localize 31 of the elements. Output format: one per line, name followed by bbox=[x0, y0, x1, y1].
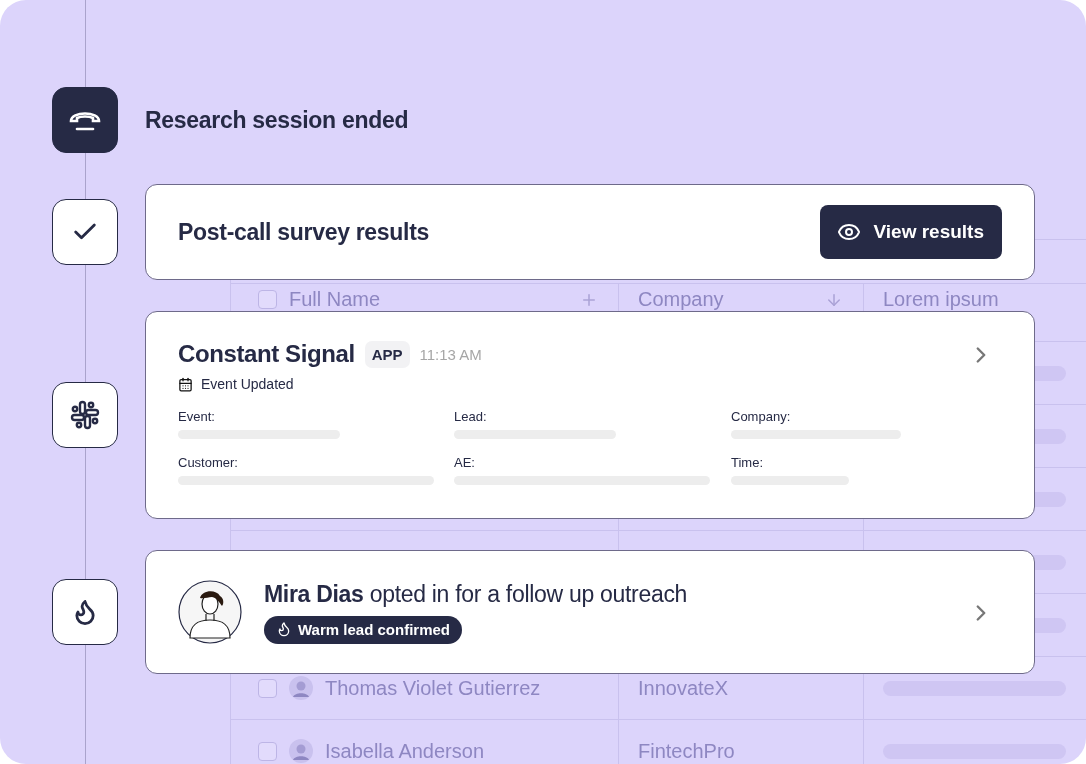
field-label: Company: bbox=[731, 409, 792, 424]
field-label: Customer: bbox=[178, 455, 239, 470]
flame-icon bbox=[276, 621, 292, 637]
view-results-button[interactable]: View results bbox=[820, 205, 1002, 259]
event-time: 11:13 AM bbox=[419, 345, 482, 363]
field-label: Event: bbox=[178, 409, 216, 424]
table-cell: Thomas Violet Gutierrez bbox=[325, 676, 541, 700]
avatar-icon bbox=[289, 676, 313, 700]
calendar-icon bbox=[178, 376, 193, 392]
lead-message: Mira Dias opted in for a follow up outreach bbox=[264, 580, 688, 608]
table-cell: FintechPro bbox=[638, 739, 735, 763]
app-badge: APP bbox=[364, 340, 410, 368]
table-cell: InnovateX bbox=[638, 676, 729, 700]
column-header[interactable]: Full Name bbox=[289, 288, 568, 311]
checkbox[interactable] bbox=[258, 741, 277, 761]
field-label: Lead: bbox=[454, 409, 488, 424]
avatar-icon bbox=[289, 739, 313, 763]
column-header[interactable]: Lorem ipsum bbox=[883, 288, 1066, 311]
field-label: AE: bbox=[454, 455, 476, 470]
checkbox[interactable] bbox=[258, 290, 277, 309]
warm-lead-tag: Warm lead confirmed bbox=[264, 615, 462, 644]
field-label: Time: bbox=[731, 455, 765, 470]
checkbox[interactable] bbox=[258, 678, 277, 698]
avatar bbox=[178, 580, 242, 644]
table-cell: Isabella Anderson bbox=[325, 739, 484, 763]
survey-title: Post-call survey results bbox=[178, 218, 430, 246]
status-title: Research session ended bbox=[145, 106, 410, 134]
app-logo-icon bbox=[69, 399, 101, 431]
column-header[interactable]: Company bbox=[638, 288, 813, 311]
app-name: Constant Signal bbox=[178, 340, 355, 368]
event-type: Event Updated bbox=[201, 376, 294, 392]
